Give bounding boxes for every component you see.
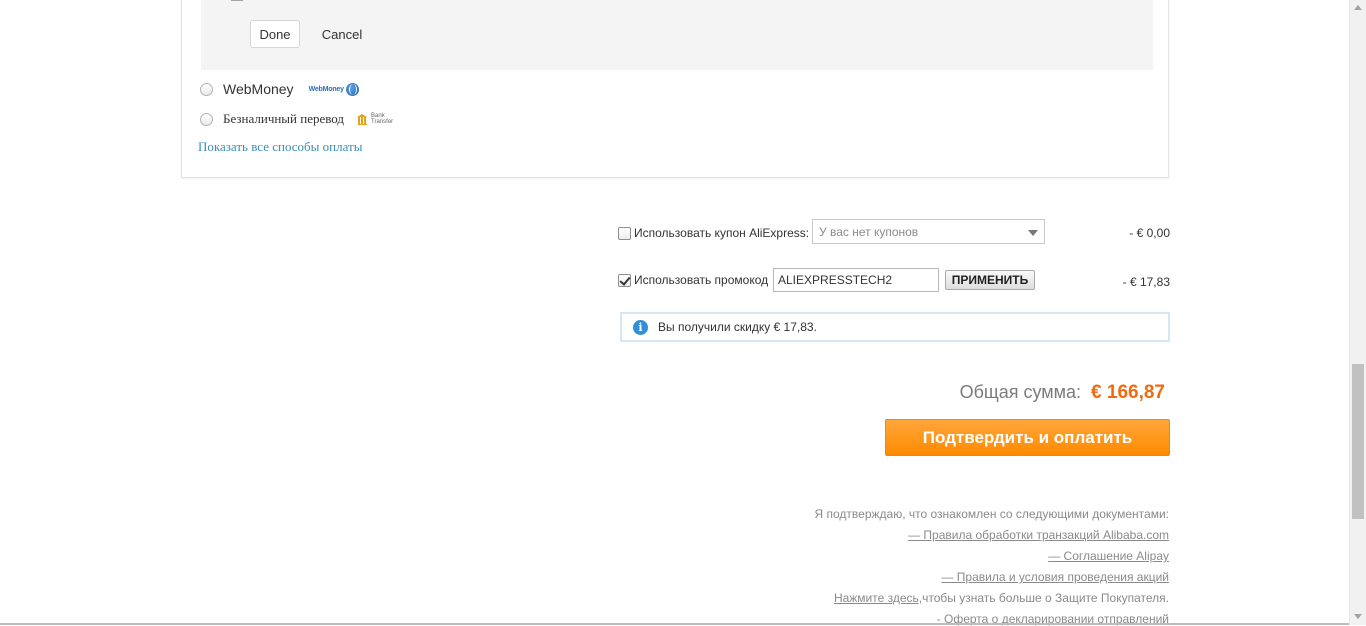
done-button[interactable]: Done	[250, 20, 300, 48]
legal-link-transactions[interactable]: — Правила обработки транзакций Alibaba.c…	[908, 528, 1169, 542]
buyer-protection-text: чтобы узнать больше о Защите Покупателя.	[922, 591, 1169, 605]
promo-checkbox[interactable]	[618, 274, 631, 287]
legal-link-alipay[interactable]: — Соглашение Alipay	[1048, 549, 1169, 563]
coupon-amount: - € 0,00	[1129, 226, 1170, 240]
buyer-protection-link[interactable]: Нажмите здесь,	[834, 591, 922, 605]
promo-code-input[interactable]	[773, 268, 939, 292]
discount-info-text: Вы получили скидку € 17,83.	[658, 320, 817, 334]
payment-methods-card: Done Cancel WebMoney WebMoney Безналичны…	[181, 0, 1169, 178]
legal-link-promotions[interactable]: — Правила и условия проведения акций	[941, 570, 1169, 584]
promo-label: Использовать промокод	[634, 273, 768, 287]
buyer-protection-line: Нажмите здесь,чтобы узнать больше о Защи…	[834, 591, 1169, 605]
show-all-payment-methods-link[interactable]: Показать все способы оплаты	[198, 139, 362, 155]
legal-intro: Я подтверждаю, что ознакомлен со следующ…	[815, 507, 1170, 521]
apply-promo-button[interactable]: ПРИМЕНИТЬ	[945, 270, 1035, 290]
total-label: Общая сумма:	[960, 382, 1081, 403]
coupon-select-value: У вас нет купонов	[819, 225, 918, 239]
coupon-row: Использовать купон AliExpress:	[618, 226, 809, 240]
webmoney-globe-icon	[346, 83, 359, 96]
bank-transfer-radio[interactable]	[200, 113, 213, 126]
scroll-thumb[interactable]	[1352, 364, 1364, 519]
order-total: Общая сумма: € 166,87	[960, 382, 1165, 404]
discount-info-box: i Вы получили скидку € 17,83.	[620, 312, 1170, 342]
scroll-down-arrow-icon[interactable]	[1354, 614, 1362, 619]
payment-option-bank-transfer[interactable]: Безналичный перевод Bank Transfer	[200, 109, 393, 129]
coupon-label: Использовать купон AliExpress:	[634, 226, 809, 240]
partial-checkbox[interactable]	[231, 0, 243, 1]
payment-option-webmoney[interactable]: WebMoney WebMoney	[200, 79, 359, 99]
info-icon: i	[633, 320, 648, 335]
chevron-down-icon	[1028, 230, 1038, 236]
coupon-checkbox[interactable]	[618, 227, 631, 240]
promo-row: Использовать промокод	[618, 273, 768, 287]
webmoney-label: WebMoney	[223, 81, 294, 97]
promo-amount: - € 17,83	[1123, 275, 1170, 289]
promotions-terms-link[interactable]: — Правила и условия проведения акций	[941, 570, 1169, 584]
bank-building-icon	[357, 114, 368, 124]
webmoney-radio[interactable]	[200, 83, 213, 96]
bank-transfer-logo: Bank Transfer	[357, 113, 393, 125]
cancel-button[interactable]: Cancel	[313, 20, 371, 48]
bank-transfer-logo-text: Bank Transfer	[371, 113, 393, 125]
alipay-agreement-link[interactable]: — Соглашение Alipay	[1048, 549, 1169, 563]
webmoney-logo-text: WebMoney	[309, 86, 344, 93]
total-value: € 166,87	[1091, 382, 1165, 404]
payment-details-panel: Done Cancel	[201, 0, 1153, 70]
confirm-and-pay-button[interactable]: Подтвердить и оплатить	[885, 419, 1170, 456]
transactions-rules-link[interactable]: — Правила обработки транзакций Alibaba.c…	[908, 528, 1169, 542]
bank-transfer-label: Безналичный перевод	[223, 111, 344, 127]
webmoney-logo: WebMoney	[309, 83, 359, 96]
bank-logo-line2: Transfer	[371, 119, 393, 125]
page-scrollbar[interactable]	[1349, 0, 1366, 625]
scroll-up-arrow-icon[interactable]	[1354, 5, 1362, 10]
coupon-select[interactable]: У вас нет купонов	[812, 219, 1045, 244]
